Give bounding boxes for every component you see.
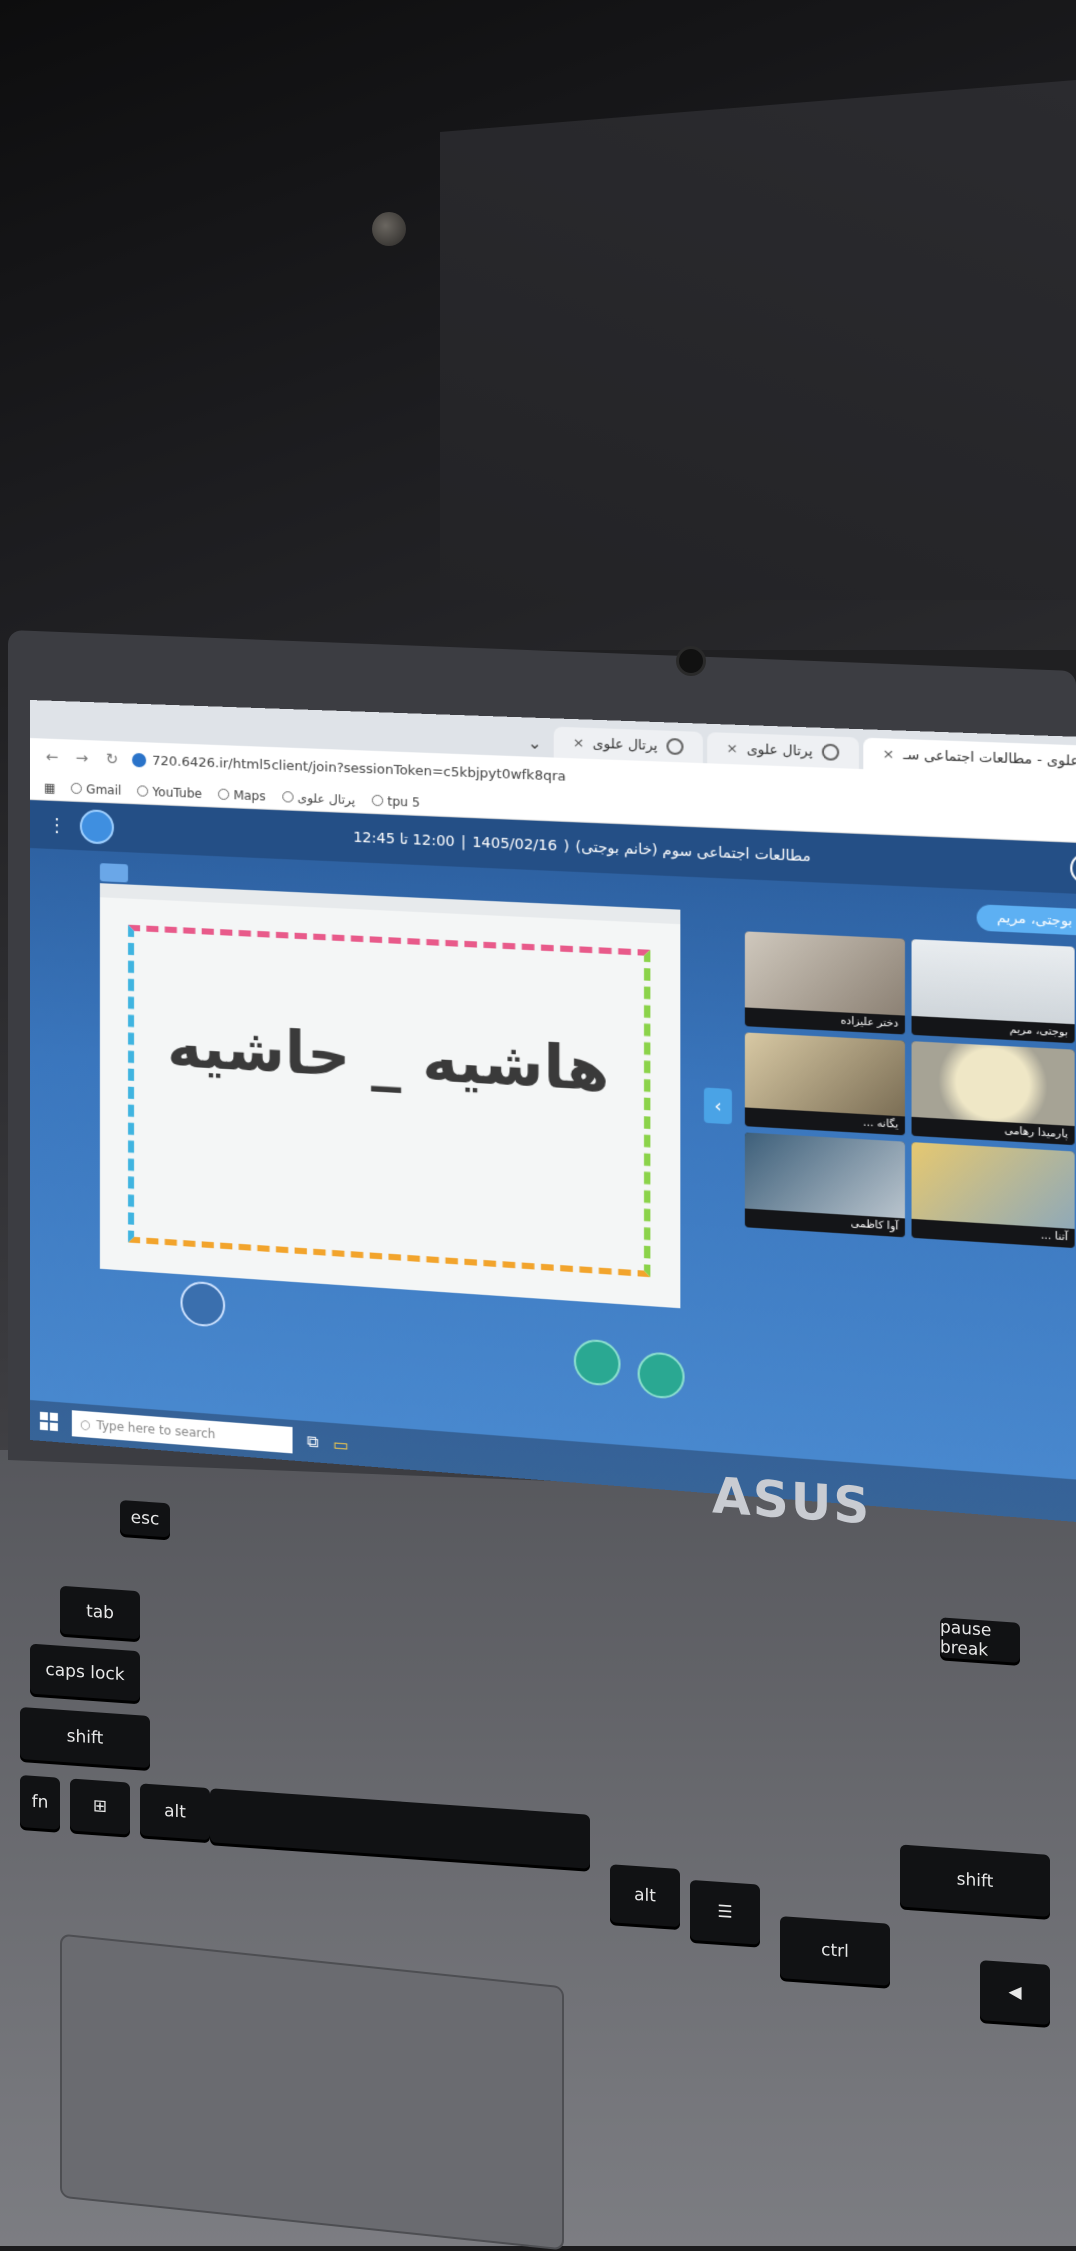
session-date: 1405/02/16 [472,834,558,855]
video-toggle-button[interactable] [573,1338,621,1387]
forward-icon[interactable]: → [72,749,92,768]
video-feed [744,931,905,1016]
webcam-grid: دختر علیزاده بوجتی، مریم یگانه ... پارمی… [744,931,1075,1350]
meeting-app: ⋮ مطالعات اجتماعی سوم (خانم بوجتی) (1405… [30,800,1076,1527]
bookmark-tpu[interactable]: tpu 5 [371,793,420,810]
audio-toggle-button[interactable] [637,1350,685,1400]
webcam [676,646,706,676]
laptop-brand-logo: ASUS [712,1466,872,1536]
presentation-slide: هاشیه _ حاشیه [99,883,681,1309]
reload-icon[interactable]: ↻ [102,750,122,769]
globe-icon [137,785,149,797]
video-feed [911,1142,1075,1229]
session-title-text: مطالعات اجتماعی سوم (خانم بوجتی) [575,838,811,866]
bookmark-label: Maps [233,787,266,804]
key-alt-right[interactable]: alt [610,1864,680,1928]
close-icon[interactable]: × [726,741,738,757]
globe-icon [666,737,684,756]
app-logo [79,809,114,845]
bookmark-label: tpu 5 [387,793,420,810]
presenter-badge[interactable]: بوجتی، مریم [976,904,1076,936]
session-time: 12:00 تا 12:45 [353,829,455,851]
cabinet-panel [440,80,1076,600]
tab-label: پرتال علوی [592,735,658,754]
user-list-icon[interactable] [1069,852,1076,886]
bookmark-label: Gmail [86,781,122,798]
video-tile[interactable]: پارمیدا رهامی [911,1040,1075,1146]
session-title: مطالعات اجتماعی سوم (خانم بوجتی) (1405/0… [353,829,811,866]
tab-label: علوی - مطالعات اجتماعی سـ [903,746,1076,770]
video-tile[interactable]: بوجتی، مریم [911,939,1075,1043]
bookmark-gmail[interactable]: Gmail [71,781,121,797]
laptop-screen: علوی - مطالعات اجتماعی سـ × پرتال علوی ×… [30,700,1076,1527]
windows-start-icon[interactable] [39,1411,58,1432]
globe-icon [371,794,384,807]
touchpad[interactable] [60,1933,564,2251]
file-explorer-icon[interactable]: ▭ [333,1434,349,1455]
video-tile[interactable]: یگانه ... [744,1031,905,1136]
session-separator: ( [563,838,570,856]
minimize-presentation-button[interactable] [99,863,129,883]
key-pause-break[interactable]: pause break [940,1617,1020,1663]
globe-icon [218,788,230,801]
bookmark-youtube[interactable]: YouTube [137,784,202,801]
video-feed [744,1031,905,1117]
search-icon: ○ [79,1416,91,1432]
key-fn[interactable]: fn [20,1774,60,1830]
video-feed [911,939,1075,1024]
key-caps-lock[interactable]: caps lock [30,1643,140,1702]
cabinet-knob [372,212,406,246]
actions-button[interactable] [180,1280,226,1328]
bookmark-portal[interactable]: پرتال علوی [282,790,355,807]
more-options-icon[interactable]: ⋮ [48,814,66,836]
menu-key-icon[interactable]: ☰ [690,1879,760,1945]
key-ctrl-right[interactable]: ctrl [780,1916,890,1986]
video-tile[interactable]: دختر علیزاده [744,931,905,1034]
previous-page-button[interactable]: ‹ [703,1087,732,1125]
close-icon[interactable]: × [882,746,894,762]
site-info-icon[interactable] [132,752,147,768]
tab-label: پرتال علوی [746,741,813,760]
video-feed [744,1132,905,1218]
close-icon[interactable]: × [573,735,585,751]
globe-icon [821,743,839,761]
bookmark-label: YouTube [152,784,202,801]
video-tile[interactable]: آوا کاظمی [744,1132,905,1237]
key-tab[interactable]: tab [60,1585,140,1640]
video-feed [911,1040,1075,1127]
windows-key-icon[interactable]: ⊞ [70,1778,130,1835]
globe-icon [282,791,294,803]
video-tile[interactable]: آتنا ... [911,1142,1075,1248]
key-alt-left[interactable]: alt [140,1783,210,1841]
search-placeholder: Type here to search [96,1418,216,1442]
chevron-down-icon[interactable]: ⌄ [520,727,550,757]
back-icon[interactable]: ← [42,747,62,767]
url-field[interactable]: 720.6426.ir/html5client/join?sessionToke… [132,752,566,784]
bookmark-label: پرتال علوی [297,790,356,807]
apps-grid-icon[interactable]: ▦ [44,780,55,794]
arrow-left-key-icon[interactable]: ◀ [980,1960,1050,2025]
url-text: 720.6426.ir/html5client/join?sessionToke… [152,753,566,785]
globe-icon [71,782,83,795]
task-view-icon[interactable]: ⧉ [307,1431,319,1452]
key-esc[interactable]: esc [120,1499,170,1538]
bookmark-maps[interactable]: Maps [218,787,266,804]
key-shift-right[interactable]: shift [900,1844,1050,1917]
key-shift-left[interactable]: shift [20,1706,150,1769]
key-space[interactable] [210,1788,590,1869]
